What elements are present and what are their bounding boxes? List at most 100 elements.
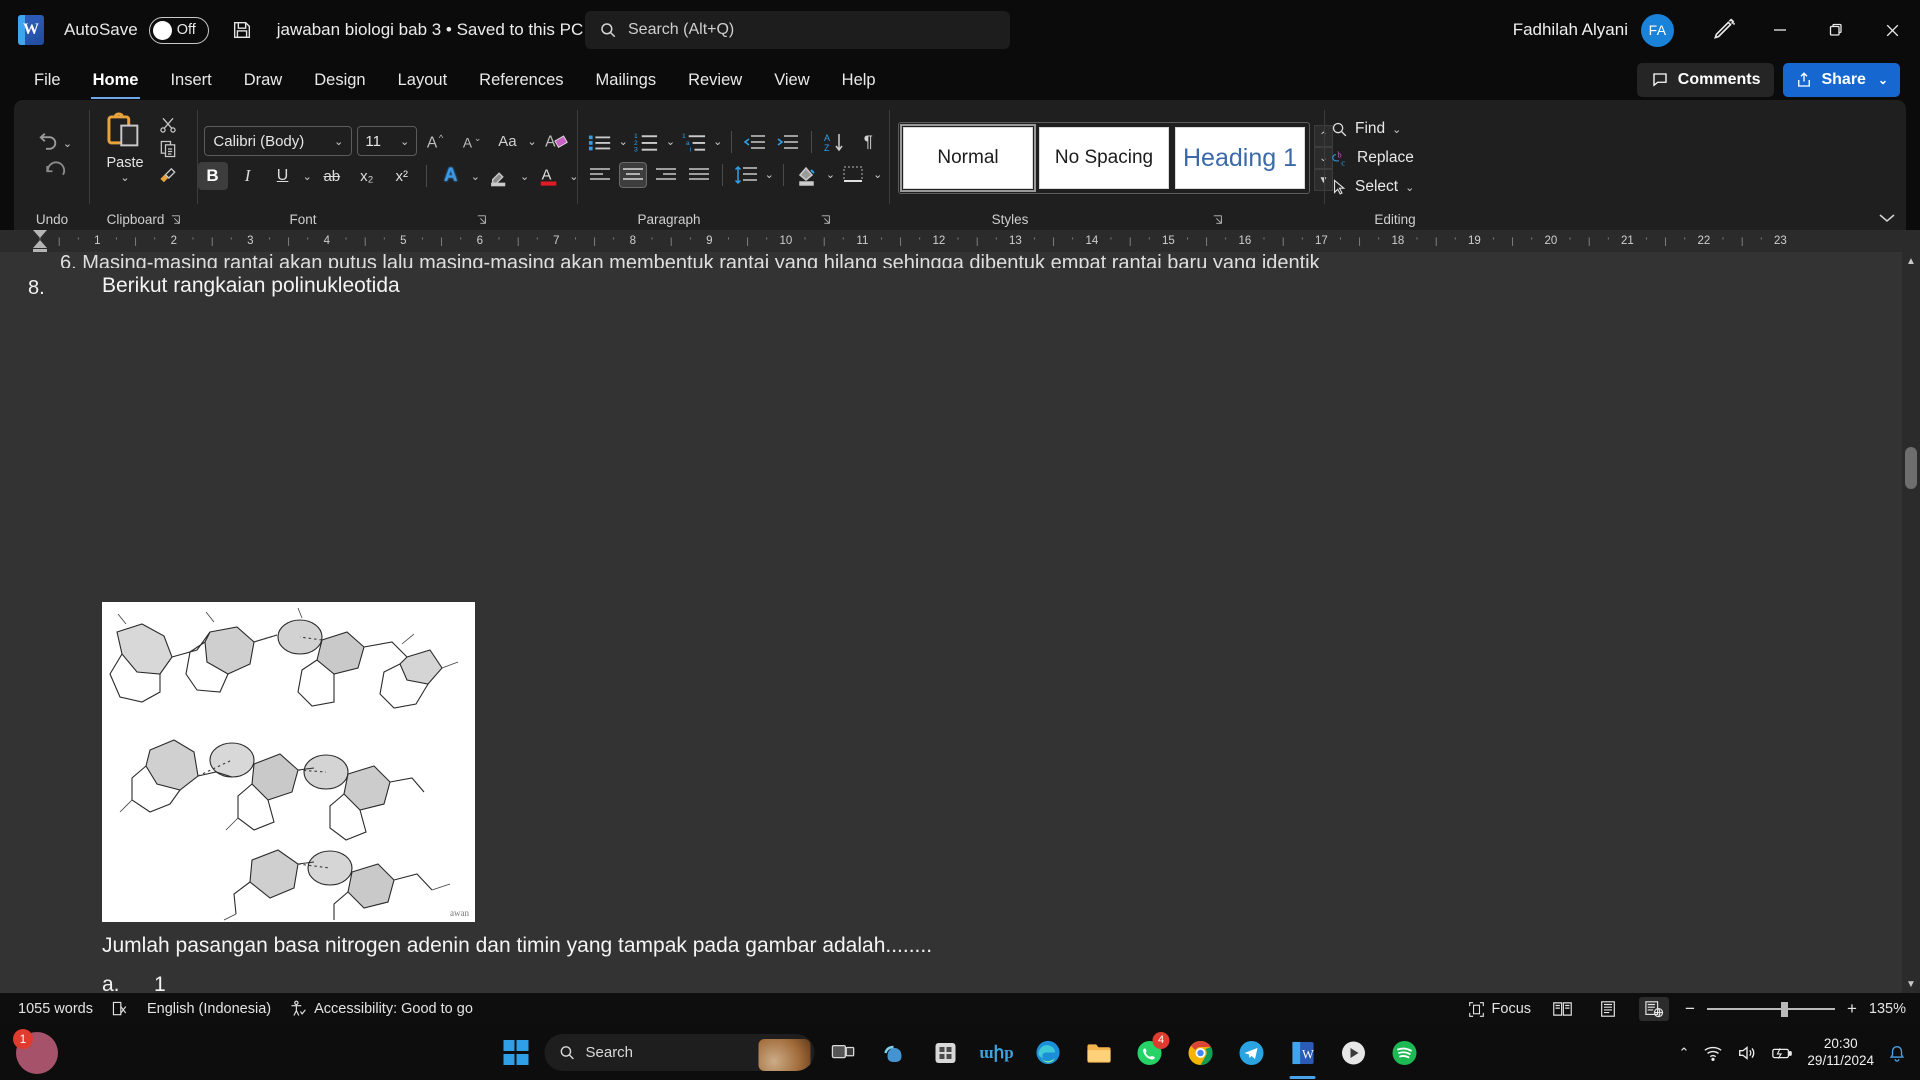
align-right-icon[interactable]: [652, 162, 680, 188]
start-button[interactable]: [494, 1032, 538, 1074]
zoom-in-button[interactable]: +: [1847, 999, 1857, 1019]
read-mode-icon[interactable]: [1547, 997, 1577, 1021]
chevron-down-icon[interactable]: ⌄: [334, 135, 343, 148]
shading-caret[interactable]: ⌄: [826, 168, 835, 181]
dialog-launcher-paragraph[interactable]: [821, 215, 831, 225]
microsoft-store-icon[interactable]: [924, 1032, 968, 1074]
tray-chevron-icon[interactable]: ⌃: [1679, 1045, 1690, 1061]
web-layout-icon[interactable]: [1639, 997, 1670, 1021]
microsoft-word-icon[interactable]: W: [1281, 1032, 1325, 1079]
line-spacing-icon[interactable]: [732, 162, 760, 188]
borders-icon[interactable]: [840, 162, 868, 188]
microsoft-edge-icon[interactable]: [1026, 1032, 1070, 1074]
chevron-down-icon[interactable]: [1878, 212, 1896, 224]
media-player-icon[interactable]: [1332, 1032, 1376, 1074]
style-heading-1[interactable]: Heading 1: [1175, 127, 1305, 189]
zoom-level[interactable]: 135%: [1869, 1001, 1906, 1017]
language-status[interactable]: English (Indonesia): [147, 1001, 271, 1017]
increase-indent-icon[interactable]: [774, 129, 802, 155]
zoom-out-button[interactable]: −: [1685, 999, 1695, 1019]
copy-icon[interactable]: [158, 139, 178, 159]
underline-caret[interactable]: ⌄: [303, 170, 312, 183]
text-effects-button[interactable]: A: [436, 162, 466, 190]
dialog-launcher-styles[interactable]: [1213, 215, 1223, 225]
indent-markers[interactable]: [33, 230, 48, 252]
bullets-caret[interactable]: ⌄: [619, 135, 628, 148]
google-chrome-icon[interactable]: [1179, 1032, 1223, 1074]
bold-button[interactable]: B: [197, 162, 228, 190]
subscript-button[interactable]: x₂: [352, 162, 382, 190]
redo-icon[interactable]: [42, 159, 70, 187]
scrollbar-thumb[interactable]: [1905, 447, 1917, 489]
minimize-button[interactable]: [1752, 0, 1808, 60]
tab-references[interactable]: References: [467, 62, 575, 98]
share-button[interactable]: Share ⌄: [1783, 63, 1900, 97]
multilevel-caret[interactable]: ⌄: [713, 135, 722, 148]
tab-mailings[interactable]: Mailings: [584, 62, 669, 98]
line-spacing-caret[interactable]: ⌄: [765, 168, 774, 181]
horizontal-ruler[interactable]: 1 ' | ' 2 ' | ' 3 ' | ' 4 ' | ' 5 ' | ' 6 ' | ' 7 ' | ' 8 ' | ' 9 ' | ' 10 ' |…: [0, 230, 1920, 252]
scroll-up-arrow[interactable]: ▲: [1902, 252, 1920, 270]
volume-icon[interactable]: [1737, 1044, 1757, 1062]
hp-app-icon[interactable]: ɯիp: [975, 1032, 1019, 1074]
align-center-icon[interactable]: [618, 161, 647, 188]
change-case-button[interactable]: Aa: [492, 127, 522, 155]
replace-button[interactable]: b c Replace: [1331, 145, 1414, 171]
superscript-button[interactable]: x²: [387, 162, 417, 190]
tab-layout[interactable]: Layout: [386, 62, 460, 98]
select-button[interactable]: Select ⌄: [1331, 174, 1414, 200]
toast-notification[interactable]: 1: [13, 1029, 62, 1078]
select-caret[interactable]: ⌄: [1405, 181, 1414, 194]
highlight-caret[interactable]: ⌄: [520, 170, 529, 183]
grow-font-button[interactable]: A ^: [422, 127, 452, 155]
find-caret[interactable]: ⌄: [1392, 123, 1401, 136]
pen-icon[interactable]: [1696, 8, 1752, 52]
document-page[interactable]: 6. Masing-masing rantai akan putus lalu …: [0, 252, 1902, 993]
justify-icon[interactable]: [685, 162, 713, 188]
decrease-indent-icon[interactable]: [741, 129, 769, 155]
numbering-icon[interactable]: 1 2 3: [633, 129, 661, 155]
dialog-launcher-clipboard[interactable]: [171, 215, 181, 225]
strikethrough-button[interactable]: ab: [317, 162, 347, 190]
scissors-icon[interactable]: [158, 115, 178, 135]
change-case-caret[interactable]: ⌄: [527, 135, 536, 148]
dialog-launcher-font[interactable]: [477, 215, 487, 225]
clock[interactable]: 20:30 29/11/2024: [1807, 1036, 1874, 1070]
autosave-toggle[interactable]: Off: [148, 16, 209, 44]
save-icon[interactable]: [231, 19, 253, 41]
clear-formatting-icon[interactable]: A: [542, 127, 572, 155]
font-color-icon[interactable]: A: [534, 162, 564, 190]
file-explorer-icon[interactable]: [1077, 1032, 1121, 1074]
task-view-button[interactable]: [822, 1032, 866, 1074]
align-left-icon[interactable]: [586, 162, 614, 188]
document-canvas[interactable]: 6. Masing-masing rantai akan putus lalu …: [0, 252, 1920, 993]
tab-review[interactable]: Review: [676, 62, 754, 98]
italic-button[interactable]: I: [233, 162, 263, 190]
borders-caret[interactable]: ⌄: [873, 168, 882, 181]
word-count[interactable]: 1055 words: [18, 1001, 93, 1017]
battery-icon[interactable]: [1771, 1044, 1793, 1062]
scroll-down-arrow[interactable]: ▼: [1902, 975, 1920, 993]
close-button[interactable]: [1864, 0, 1920, 60]
wifi-icon[interactable]: [1703, 1044, 1723, 1062]
focus-button[interactable]: Focus: [1468, 1001, 1531, 1018]
find-button[interactable]: Find ⌄: [1331, 116, 1401, 142]
copilot-icon[interactable]: [873, 1032, 917, 1074]
search-input[interactable]: Search (Alt+Q): [585, 11, 1010, 49]
comments-button[interactable]: Comments: [1636, 63, 1775, 97]
notification-bell-icon[interactable]: [1888, 1044, 1906, 1062]
tab-draw[interactable]: Draw: [232, 62, 295, 98]
telegram-icon[interactable]: [1230, 1032, 1274, 1074]
taskbar-search[interactable]: Search: [544, 1034, 815, 1071]
vertical-scrollbar[interactable]: ▲ ▼: [1902, 252, 1920, 993]
paste-button[interactable]: Paste ⌄: [96, 112, 154, 184]
style-normal[interactable]: Normal: [900, 124, 1036, 192]
multilevel-list-icon[interactable]: 1 a i: [680, 129, 708, 155]
avatar[interactable]: FA: [1641, 13, 1674, 47]
share-caret[interactable]: ⌄: [1878, 73, 1888, 87]
style-no-spacing[interactable]: No Spacing: [1039, 127, 1169, 189]
chevron-down-icon[interactable]: ⌄: [400, 135, 409, 148]
whatsapp-icon[interactable]: 4: [1128, 1031, 1172, 1074]
numbering-caret[interactable]: ⌄: [666, 135, 675, 148]
shrink-font-button[interactable]: A ⌄: [457, 127, 487, 155]
